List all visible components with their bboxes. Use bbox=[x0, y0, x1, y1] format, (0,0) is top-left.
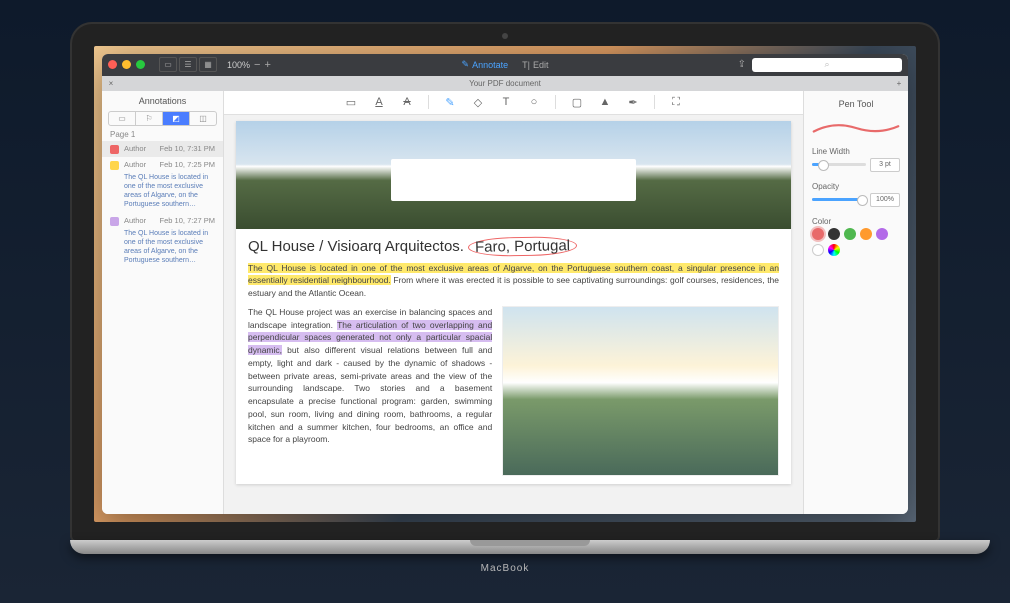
annotation-preview: The QL House is located in one of the mo… bbox=[102, 173, 223, 213]
inspector-title: Pen Tool bbox=[812, 99, 900, 109]
tool-inspector: Pen Tool Line Width 3 pt Opacity 100% bbox=[803, 91, 908, 514]
sidebar-filter-tabs[interactable]: ▭ ⚐ ◩ ◫ bbox=[108, 111, 217, 126]
opacity-value[interactable]: 100% bbox=[870, 193, 900, 207]
search-input[interactable]: ⌕ bbox=[752, 58, 902, 72]
view-single-icon[interactable]: ▭ bbox=[159, 57, 177, 72]
annotation-item[interactable]: AuthorFeb 10, 7:25 PM bbox=[102, 157, 223, 173]
document-tabstrip: × Your PDF document + bbox=[102, 76, 908, 91]
sidebar-tab-outline[interactable]: ▭ bbox=[109, 112, 136, 125]
color-swatch-red[interactable] bbox=[812, 228, 824, 240]
eraser-tool-icon[interactable]: ◇ bbox=[471, 95, 485, 109]
signature-tool-icon[interactable]: ✒ bbox=[626, 95, 640, 109]
sidebar-tab-search[interactable]: ◫ bbox=[190, 112, 216, 125]
zoom-out-button[interactable]: − bbox=[254, 59, 260, 71]
mode-annotate-tab[interactable]: ✎Annotate bbox=[462, 59, 509, 70]
annotations-sidebar: Annotations ▭ ⚐ ◩ ◫ Page 1 AuthorFeb 10,… bbox=[102, 91, 224, 514]
minimize-icon[interactable] bbox=[122, 60, 131, 69]
screen-bezel: ▭ ☰ ▦ 100% − + ✎Annotate T|Edit ⇪ bbox=[70, 22, 940, 542]
desktop-wallpaper: ▭ ☰ ▦ 100% − + ✎Annotate T|Edit ⇪ bbox=[94, 46, 916, 522]
app-window: ▭ ☰ ▦ 100% − + ✎Annotate T|Edit ⇪ bbox=[102, 54, 908, 514]
pen-preview bbox=[812, 117, 900, 139]
hero-image bbox=[236, 121, 791, 229]
pen-circle-annotation[interactable]: Faro, Portugal bbox=[468, 236, 577, 257]
pdf-page: QL House / Visioarq Arquitectos. Faro, P… bbox=[236, 121, 791, 484]
annotation-preview: The QL House is located in one of the mo… bbox=[102, 229, 223, 269]
document-main: ▭ A A ✎ ◇ T ○ ▢ ▲ ✒ bbox=[224, 91, 803, 514]
view-thumbnails-icon[interactable]: ▦ bbox=[199, 57, 217, 72]
pen-tool-icon[interactable]: ✎ bbox=[443, 95, 457, 109]
laptop-brand: MacBook bbox=[481, 563, 530, 574]
mode-edit-tab[interactable]: T|Edit bbox=[522, 60, 548, 70]
laptop-frame: ▭ ☰ ▦ 100% − + ✎Annotate T|Edit ⇪ bbox=[70, 22, 940, 582]
pen-annotation-icon bbox=[110, 145, 119, 154]
view-mode-group[interactable]: ▭ ☰ ▦ bbox=[159, 57, 217, 72]
pencil-icon: ✎ bbox=[462, 59, 470, 70]
content-area: Annotations ▭ ⚐ ◩ ◫ Page 1 AuthorFeb 10,… bbox=[102, 91, 908, 514]
titlebar: ▭ ☰ ▦ 100% − + ✎Annotate T|Edit ⇪ bbox=[102, 54, 908, 76]
close-icon[interactable] bbox=[108, 60, 117, 69]
paragraph: The QL House is located in one of the mo… bbox=[248, 262, 779, 300]
annotation-toolbar: ▭ A A ✎ ◇ T ○ ▢ ▲ ✒ bbox=[224, 91, 803, 115]
opacity-slider[interactable] bbox=[812, 198, 866, 201]
camera-icon bbox=[502, 33, 508, 39]
laptop-base bbox=[70, 540, 990, 554]
highlight-tool-icon[interactable]: ▭ bbox=[344, 95, 358, 109]
color-swatches bbox=[812, 228, 900, 256]
note-tool-icon[interactable]: ▢ bbox=[570, 95, 584, 109]
toolbar-separator bbox=[428, 95, 429, 109]
opacity-label: Opacity bbox=[812, 182, 900, 191]
color-picker-icon[interactable] bbox=[828, 244, 840, 256]
share-icon[interactable]: ⇪ bbox=[738, 59, 746, 70]
sidebar-tab-annotations[interactable]: ◩ bbox=[163, 112, 190, 125]
highlight-annotation-icon bbox=[110, 217, 119, 226]
line-width-slider[interactable] bbox=[812, 163, 866, 166]
crop-tool-icon[interactable]: ⛶ bbox=[669, 95, 683, 109]
tab-add-button[interactable]: + bbox=[890, 79, 908, 88]
zoom-control[interactable]: 100% − + bbox=[227, 59, 271, 71]
color-swatch-purple[interactable] bbox=[876, 228, 888, 240]
line-width-label: Line Width bbox=[812, 147, 900, 156]
annotation-item[interactable]: AuthorFeb 10, 7:27 PM bbox=[102, 213, 223, 229]
text-icon: T| bbox=[522, 60, 530, 70]
traffic-lights[interactable] bbox=[108, 60, 145, 69]
underline-tool-icon[interactable]: A bbox=[372, 95, 386, 109]
color-swatch-white[interactable] bbox=[812, 244, 824, 256]
document-heading: QL House / Visioarq Arquitectos. Faro, P… bbox=[248, 237, 779, 256]
document-tab-title[interactable]: Your PDF document bbox=[469, 79, 541, 88]
tab-close-button[interactable]: × bbox=[102, 79, 120, 88]
paragraph: The QL House project was an exercise in … bbox=[248, 306, 492, 446]
document-viewport[interactable]: QL House / Visioarq Arquitectos. Faro, P… bbox=[224, 115, 803, 514]
color-label: Color bbox=[812, 217, 900, 226]
line-width-value[interactable]: 3 pt bbox=[870, 158, 900, 172]
sidebar-page-label: Page 1 bbox=[102, 126, 223, 141]
toolbar-separator bbox=[654, 95, 655, 109]
sidebar-title: Annotations bbox=[102, 91, 223, 111]
maximize-icon[interactable] bbox=[136, 60, 145, 69]
color-swatch-orange[interactable] bbox=[860, 228, 872, 240]
toolbar-separator bbox=[555, 95, 556, 109]
zoom-value: 100% bbox=[227, 60, 250, 70]
strikethrough-tool-icon[interactable]: A bbox=[400, 95, 414, 109]
highlight-annotation-icon bbox=[110, 161, 119, 170]
shape-tool-icon[interactable]: ○ bbox=[527, 95, 541, 109]
sidebar-tab-bookmarks[interactable]: ⚐ bbox=[136, 112, 163, 125]
view-continuous-icon[interactable]: ☰ bbox=[179, 57, 197, 72]
inline-image bbox=[502, 306, 779, 476]
annotation-item[interactable]: AuthorFeb 10, 7:31 PM bbox=[102, 141, 223, 157]
text-tool-icon[interactable]: T bbox=[499, 95, 513, 109]
zoom-in-button[interactable]: + bbox=[264, 59, 270, 71]
color-swatch-green[interactable] bbox=[844, 228, 856, 240]
stamp-tool-icon[interactable]: ▲ bbox=[598, 95, 612, 109]
color-swatch-black[interactable] bbox=[828, 228, 840, 240]
